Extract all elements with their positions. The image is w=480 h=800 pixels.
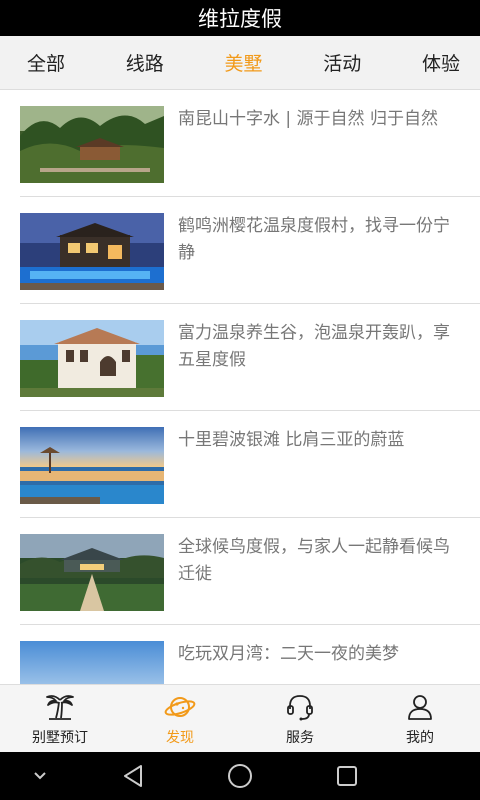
article-title: 十里碧波银滩 比肩三亚的蔚蓝 [178,430,405,450]
recents-square-icon [337,766,357,786]
infinity-pool-sunset-photo [20,427,164,504]
back-triangle-icon [124,765,142,787]
article-title: 吃玩双月湾：二天一夜的美梦 [178,644,399,664]
nav-service[interactable]: 服务 [240,685,360,752]
nav-villa-booking[interactable]: 别墅预订 [0,685,120,752]
list-item[interactable]: 吃玩双月湾：二天一夜的美梦 [0,625,480,684]
recents-button[interactable] [334,752,360,800]
nav-label: 服务 [286,730,314,746]
nav-label: 我的 [406,730,434,746]
tab-events[interactable]: 活动 [323,49,361,76]
planet-icon [164,697,196,717]
app-screen: 维拉度假 全部 线路 美墅 活动 体验 南昆山十字水 | 源于自然 归于自然 鹤… [0,0,480,800]
system-nav-bar [0,752,480,800]
tab-routes[interactable]: 线路 [126,49,164,76]
hide-keyboard-button[interactable] [24,752,56,800]
article-title: 富力温泉养生谷，泡温泉开轰趴，享五星度假 [178,323,450,370]
chevron-down-icon [34,772,46,780]
headset-icon [287,695,313,721]
nav-label: 别墅预订 [32,730,88,746]
home-circle-icon [228,764,252,788]
article-list[interactable]: 南昆山十字水 | 源于自然 归于自然 鹤鸣洲樱花温泉度假村，找寻一份宁静 富力温… [0,90,480,684]
nav-label: 发现 [166,730,194,746]
article-title: 南昆山十字水 | 源于自然 归于自然 [178,109,438,129]
palm-tree-icon [46,695,74,720]
mediterranean-villa-photo [20,320,164,397]
bottom-nav: 别墅预订 发现 服务 我的 [0,684,480,752]
list-item[interactable]: 鹤鸣洲樱花温泉度假村，找寻一份宁静 [0,197,480,304]
nav-discover[interactable]: 发现 [120,685,240,752]
pool-villa-night-photo [20,213,164,290]
category-tabs: 全部 线路 美墅 活动 体验 [0,36,480,90]
tab-villas[interactable]: 美墅 [224,49,262,76]
forest-villa-photo [20,106,164,183]
list-item[interactable]: 富力温泉养生谷，泡温泉开轰趴，享五星度假 [0,304,480,411]
person-icon [408,695,432,720]
tab-all[interactable]: 全部 [27,49,65,76]
home-button[interactable] [226,752,254,800]
sky-photo [20,641,164,684]
title-bar: 维拉度假 [0,0,480,36]
article-title: 鹤鸣洲樱花温泉度假村，找寻一份宁静 [178,216,450,263]
resort-dusk-photo [20,534,164,611]
list-item[interactable]: 十里碧波银滩 比肩三亚的蔚蓝 [0,411,480,518]
tab-experience[interactable]: 体验 [422,49,460,76]
list-item[interactable]: 全球候鸟度假，与家人一起静看候鸟迁徙 [0,518,480,625]
article-title: 全球候鸟度假，与家人一起静看候鸟迁徙 [178,537,450,584]
back-button[interactable] [118,752,148,800]
list-item[interactable]: 南昆山十字水 | 源于自然 归于自然 [0,90,480,197]
nav-profile[interactable]: 我的 [360,685,480,752]
page-title: 维拉度假 [198,7,282,31]
